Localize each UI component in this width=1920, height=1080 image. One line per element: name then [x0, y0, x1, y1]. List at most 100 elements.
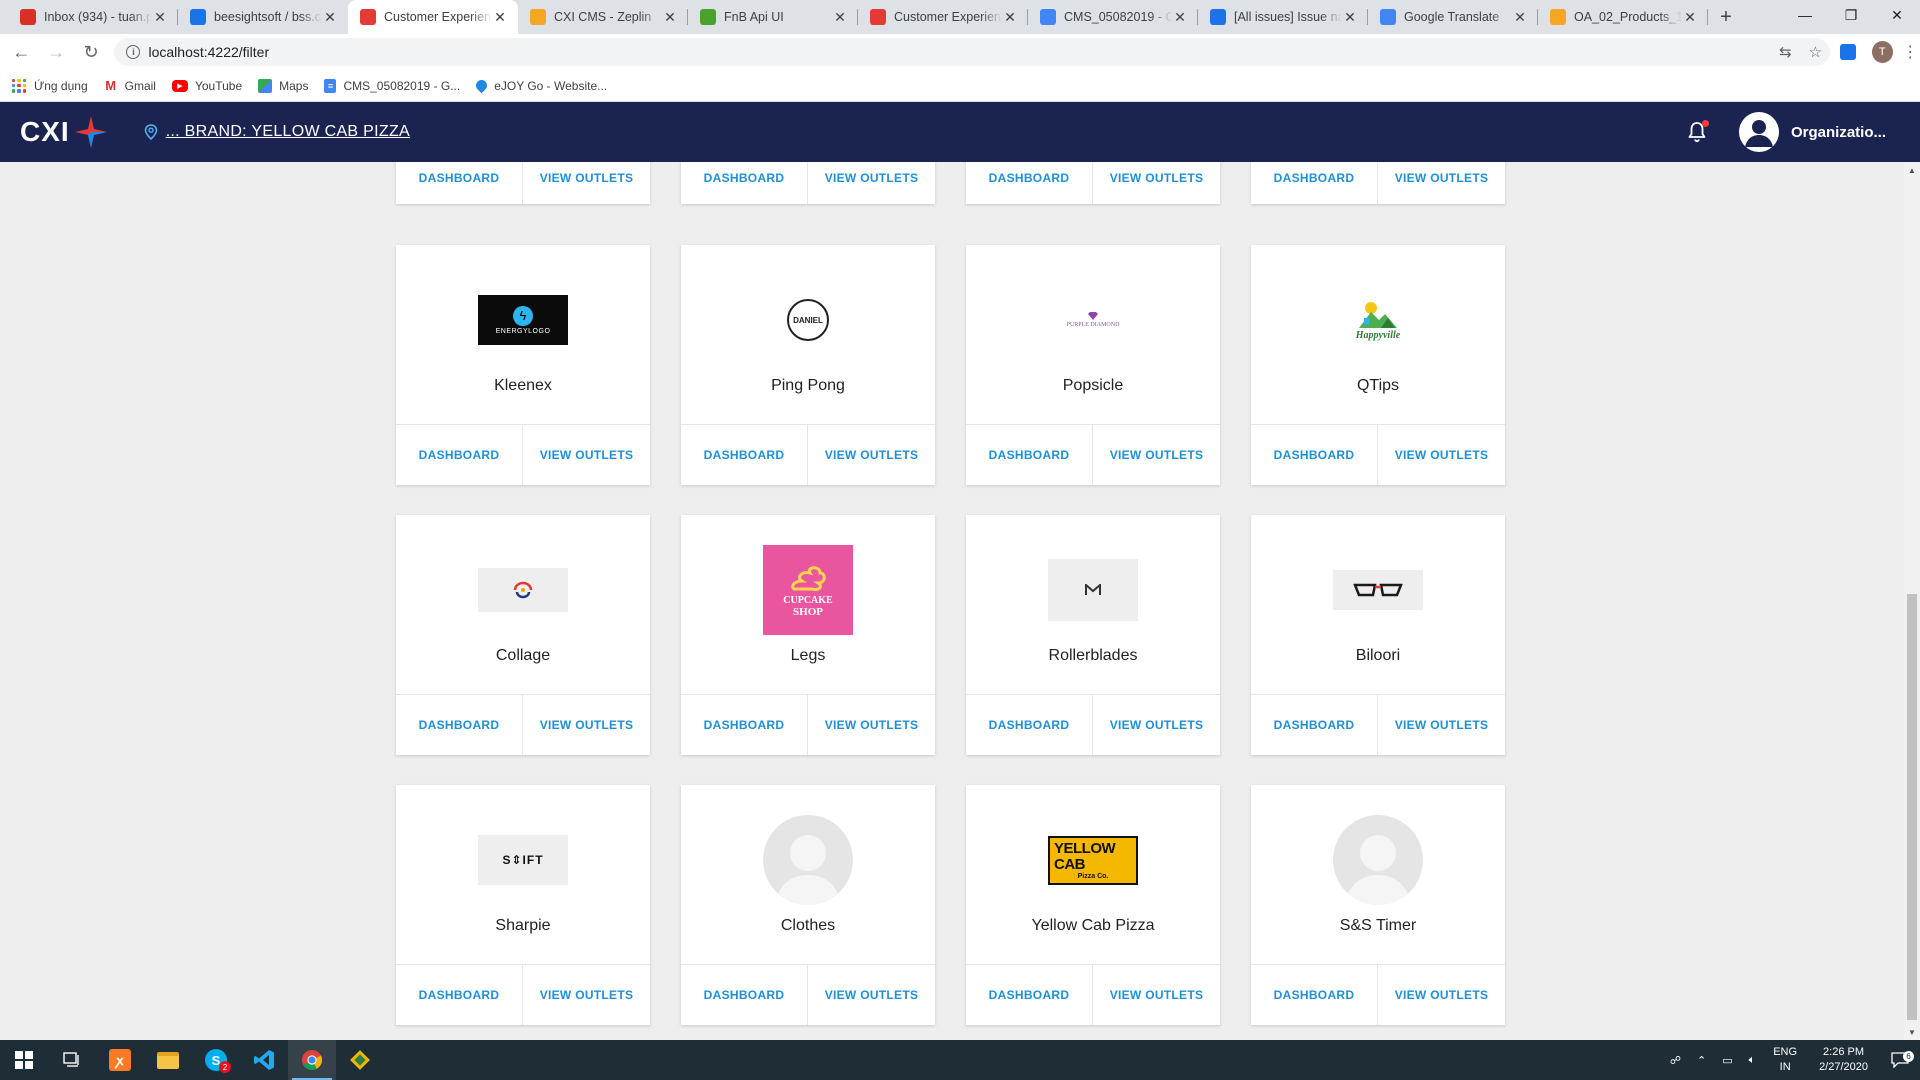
action-center-icon[interactable]: 6 — [1880, 1051, 1920, 1068]
close-window-icon[interactable]: ✕ — [1874, 0, 1920, 30]
browser-tab[interactable]: CXI CMS - Zeplin ✕ — [518, 0, 688, 34]
brand-card-body[interactable]: Happyville QTips — [1251, 245, 1505, 425]
scrollbar-thumb[interactable] — [1907, 594, 1917, 1020]
windows-start-icon[interactable] — [0, 1040, 48, 1080]
bookmark-maps[interactable]: Maps — [258, 78, 308, 93]
clock[interactable]: 2:26 PM 2/27/2020 — [1819, 1045, 1868, 1075]
dashboard-button[interactable]: DASHBOARD — [681, 162, 808, 204]
bookmark-gmail[interactable]: M Gmail — [104, 78, 156, 93]
tray-chevron-icon[interactable]: ⌃ — [1697, 1054, 1706, 1067]
dashboard-button[interactable]: DASHBOARD — [1251, 162, 1378, 204]
people-icon[interactable]: ☍ — [1670, 1054, 1681, 1067]
browser-tab[interactable]: [All issues] Issue na ✕ — [1198, 0, 1368, 34]
dashboard-button[interactable]: DASHBOARD — [1251, 965, 1378, 1025]
restore-icon[interactable]: ❐ — [1828, 0, 1874, 30]
brand-card-body[interactable]: YELLOW CAB Pizza Co. Yellow Cab Pizza — [966, 785, 1220, 965]
bookmark-youtube[interactable]: ▶ YouTube — [171, 79, 242, 93]
dashboard-button[interactable]: DASHBOARD — [396, 965, 523, 1025]
extension-icon[interactable] — [1840, 44, 1856, 60]
dashboard-button[interactable]: DASHBOARD — [681, 425, 808, 485]
view-outlets-button[interactable]: VIEW OUTLETS — [523, 695, 650, 755]
scroll-up-arrow-icon[interactable]: ▲ — [1904, 162, 1920, 178]
view-outlets-button[interactable]: VIEW OUTLETS — [808, 425, 935, 485]
view-outlets-button[interactable]: VIEW OUTLETS — [1093, 695, 1220, 755]
dashboard-button[interactable]: DASHBOARD — [966, 695, 1093, 755]
close-tab-icon[interactable]: ✕ — [1172, 9, 1188, 26]
dashboard-button[interactable]: DASHBOARD — [396, 162, 523, 204]
browser-tab[interactable]: Customer Experienc ✕ — [348, 0, 518, 34]
browser-tab[interactable]: FnB Api UI ✕ — [688, 0, 858, 34]
cxi-logo[interactable]: CXI — [20, 115, 108, 149]
profile-avatar[interactable]: T — [1871, 41, 1893, 63]
translate-page-icon[interactable]: ⇆ — [1770, 43, 1800, 61]
brand-card-body[interactable]: Rollerblades — [966, 515, 1220, 695]
view-outlets-button[interactable]: VIEW OUTLETS — [1378, 425, 1505, 485]
reload-icon[interactable]: ↻ — [78, 38, 105, 66]
organization-label[interactable]: Organizatio... — [1791, 124, 1886, 141]
dashboard-button[interactable]: DASHBOARD — [966, 162, 1093, 204]
forward-icon[interactable]: → — [43, 38, 70, 66]
chrome-icon[interactable] — [288, 1040, 336, 1080]
bookmark-star-icon[interactable]: ☆ — [1800, 43, 1830, 61]
dashboard-button[interactable]: DASHBOARD — [681, 695, 808, 755]
scroll-down-arrow-icon[interactable]: ▼ — [1904, 1024, 1920, 1040]
view-outlets-button[interactable]: VIEW OUTLETS — [1378, 965, 1505, 1025]
git-tool-icon[interactable] — [336, 1040, 384, 1080]
close-tab-icon[interactable]: ✕ — [662, 9, 678, 26]
close-tab-icon[interactable]: ✕ — [322, 9, 338, 26]
brand-card-body[interactable]: S⇕IFT Sharpie — [396, 785, 650, 965]
view-outlets-button[interactable]: VIEW OUTLETS — [523, 965, 650, 1025]
browser-tab[interactable]: CMS_05082019 - Go ✕ — [1028, 0, 1198, 34]
view-outlets-button[interactable]: VIEW OUTLETS — [1093, 965, 1220, 1025]
view-outlets-button[interactable]: VIEW OUTLETS — [1378, 695, 1505, 755]
browser-menu-icon[interactable]: ⋮ — [1901, 42, 1920, 62]
bookmark-cms-doc[interactable]: ≡ CMS_05082019 - G... — [324, 78, 460, 93]
dashboard-button[interactable]: DASHBOARD — [966, 965, 1093, 1025]
user-avatar-icon[interactable] — [1738, 112, 1779, 152]
xampp-icon[interactable]: ꭗ — [96, 1040, 144, 1080]
task-view-icon[interactable] — [48, 1040, 96, 1080]
view-outlets-button[interactable]: VIEW OUTLETS — [808, 162, 935, 204]
browser-tab[interactable]: Google Translate ✕ — [1368, 0, 1538, 34]
vscode-icon[interactable] — [240, 1040, 288, 1080]
network-icon[interactable]: ▭ — [1722, 1054, 1732, 1067]
dashboard-button[interactable]: DASHBOARD — [1251, 695, 1378, 755]
address-bar[interactable]: i localhost:4222/filter ⇆ ☆ — [114, 38, 1831, 66]
brand-card-body[interactable]: DANIEL Ping Pong — [681, 245, 935, 425]
bookmark-apps[interactable]: Ứng dụng — [12, 78, 88, 93]
view-outlets-button[interactable]: VIEW OUTLETS — [1378, 162, 1505, 204]
browser-tab[interactable]: Customer Experienc ✕ — [858, 0, 1028, 34]
browser-tab[interactable]: beesightsoft / bss.c ✕ — [178, 0, 348, 34]
close-tab-icon[interactable]: ✕ — [1682, 9, 1698, 26]
close-tab-icon[interactable]: ✕ — [152, 9, 168, 26]
close-tab-icon[interactable]: ✕ — [492, 9, 508, 26]
minimize-icon[interactable]: — — [1782, 0, 1828, 30]
view-outlets-button[interactable]: VIEW OUTLETS — [1093, 162, 1220, 204]
brand-card-body[interactable]: S&S Timer — [1251, 785, 1505, 965]
language-indicator[interactable]: ENG IN — [1773, 1045, 1797, 1075]
brand-card-body[interactable]: Collage — [396, 515, 650, 695]
bookmark-ejoy[interactable]: eJOY Go - Website... — [473, 77, 607, 94]
brand-card-body[interactable]: Clothes — [681, 785, 935, 965]
view-outlets-button[interactable]: VIEW OUTLETS — [808, 965, 935, 1025]
url-text[interactable]: localhost:4222/filter — [148, 44, 1770, 60]
dashboard-button[interactable]: DASHBOARD — [396, 425, 523, 485]
breadcrumb[interactable]: ... BRAND: YELLOW CAB PIZZA — [144, 123, 410, 141]
dashboard-button[interactable]: DASHBOARD — [681, 965, 808, 1025]
breadcrumb-text[interactable]: ... BRAND: YELLOW CAB PIZZA — [166, 123, 410, 141]
brand-card-body[interactable]: CUPCAKE SHOP Legs — [681, 515, 935, 695]
dashboard-button[interactable]: DASHBOARD — [966, 425, 1093, 485]
close-tab-icon[interactable]: ✕ — [1002, 9, 1018, 26]
notification-bell-icon[interactable] — [1685, 120, 1709, 144]
close-tab-icon[interactable]: ✕ — [1512, 9, 1528, 26]
view-outlets-button[interactable]: VIEW OUTLETS — [1093, 425, 1220, 485]
brand-card-body[interactable]: ϟ ENERGYLOGO Kleenex — [396, 245, 650, 425]
browser-tab[interactable]: Inbox (934) - tuan.p ✕ — [8, 0, 178, 34]
browser-tab[interactable]: OA_02_Products_11 ✕ — [1538, 0, 1708, 34]
close-tab-icon[interactable]: ✕ — [832, 9, 848, 26]
close-tab-icon[interactable]: ✕ — [1342, 9, 1358, 26]
skype-icon[interactable]: S 2 — [192, 1040, 240, 1080]
dashboard-button[interactable]: DASHBOARD — [1251, 425, 1378, 485]
back-icon[interactable]: ← — [8, 38, 35, 66]
file-explorer-icon[interactable] — [144, 1040, 192, 1080]
